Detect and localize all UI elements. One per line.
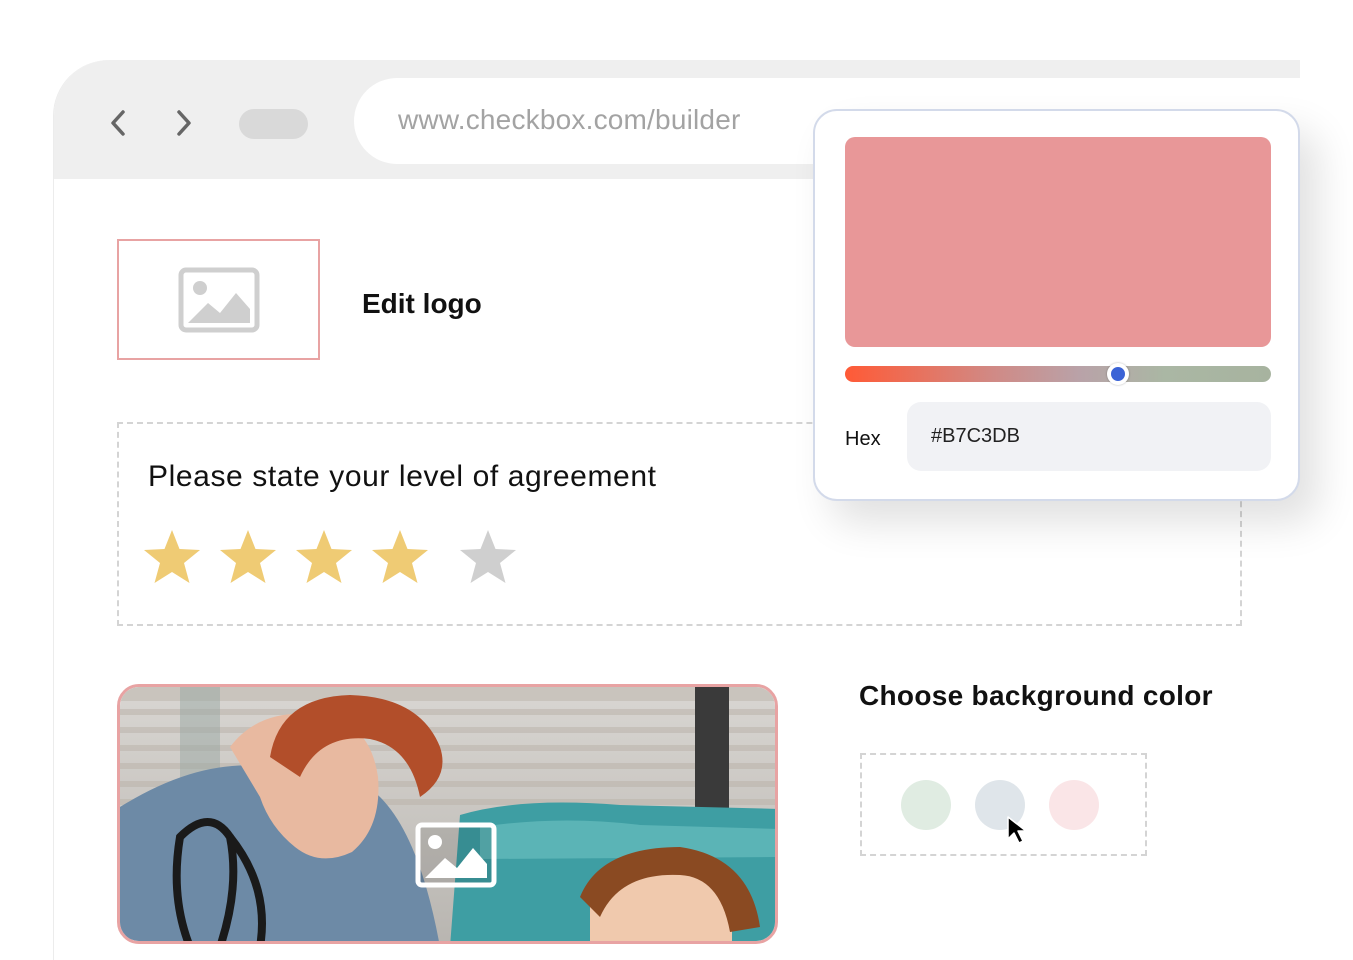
star-rating[interactable] [141,527,519,587]
forward-button[interactable] [172,108,196,138]
hue-slider[interactable] [845,363,1271,385]
background-color-title: Choose background color [859,680,1213,711]
star-icon[interactable] [141,527,203,587]
swatch-pink[interactable] [1049,780,1099,830]
hex-label: Hex [845,428,881,450]
color-picker-popover: Hex [813,109,1300,501]
image-icon [178,267,259,332]
image-icon [415,822,497,888]
chevron-right-icon [177,110,191,136]
swatch-group [860,753,1147,856]
back-button[interactable] [106,108,130,138]
doctor-and-child-photo [120,687,775,941]
mouse-pointer-icon [1007,816,1027,844]
edit-logo-label[interactable]: Edit logo [362,288,482,320]
color-preview[interactable] [845,137,1271,347]
star-icon[interactable] [457,527,519,587]
star-icon[interactable] [217,527,279,587]
chevron-left-icon [111,110,125,136]
swatch-green[interactable] [901,780,951,830]
cover-photo[interactable] [117,684,778,944]
hex-input[interactable] [907,402,1271,471]
star-icon[interactable] [369,527,431,587]
tab-pill[interactable] [239,109,308,139]
logo-upload-box[interactable] [117,239,320,360]
url-text: www.checkbox.com/builder [398,104,741,135]
hue-slider-handle[interactable] [1106,363,1129,385]
rating-question-text: Please state your level of agreement [148,460,657,493]
star-icon[interactable] [293,527,355,587]
